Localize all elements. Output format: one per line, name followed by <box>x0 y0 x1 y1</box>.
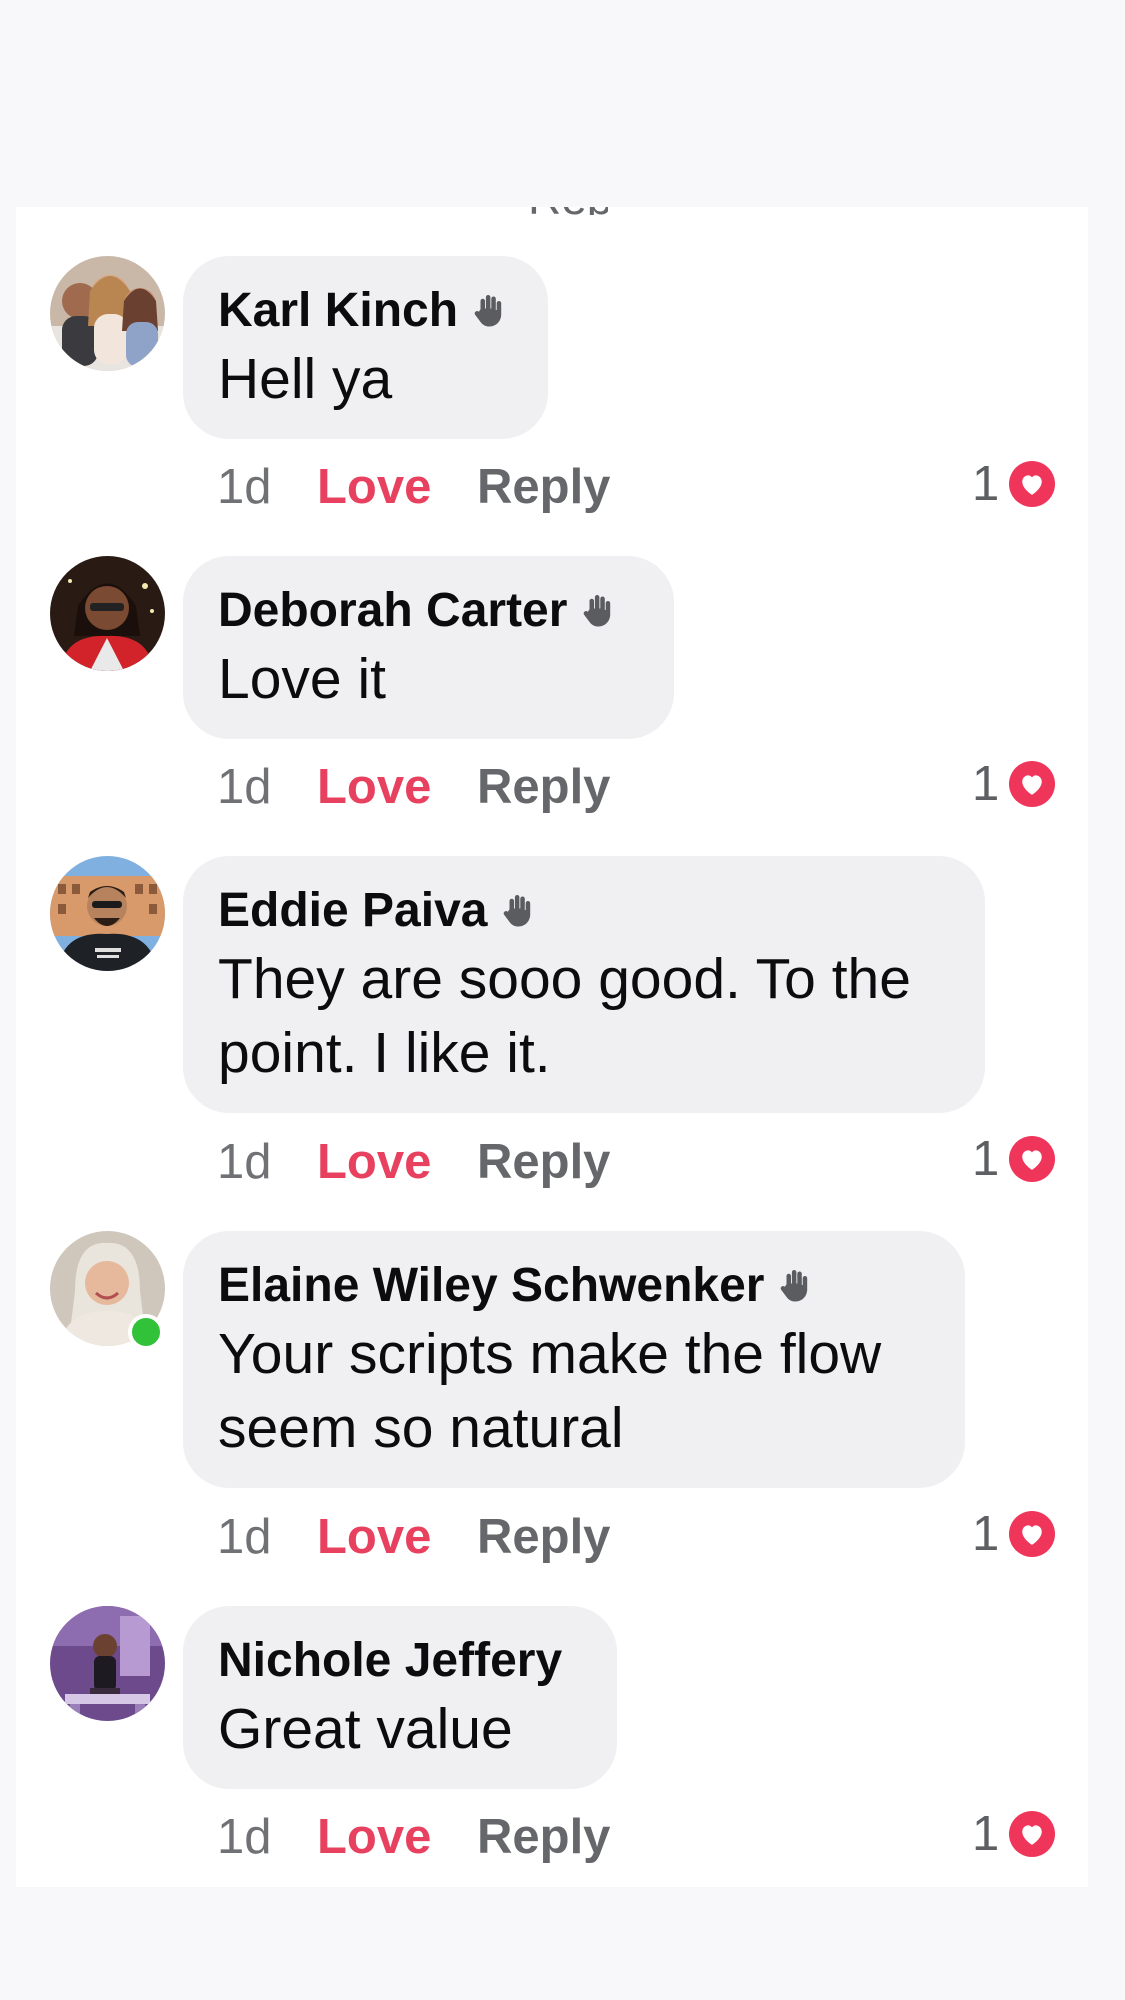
heart-icon <box>1009 1136 1056 1182</box>
comment-time: 1d <box>217 460 272 514</box>
comment-bubble: Elaine Wiley Schwenker Your scripts make… <box>183 1231 965 1488</box>
comment-text: They are sooo good. To the point. I like… <box>218 947 911 1085</box>
love-button[interactable]: Love <box>317 759 477 815</box>
love-button[interactable]: Love <box>317 1509 477 1565</box>
comment-text: Love it <box>218 647 386 711</box>
comment-actions: 1d Love Reply <box>217 1507 610 1567</box>
love-button[interactable]: Love <box>317 1134 477 1190</box>
avatar[interactable] <box>50 856 165 971</box>
reaction-count: 1 <box>972 1507 1000 1561</box>
waving-hand-icon <box>584 595 611 627</box>
comment-author[interactable]: Nichole Jeffery <box>218 1633 562 1688</box>
comment-actions: 1d Love Reply <box>217 457 610 517</box>
love-button[interactable]: Love <box>317 459 477 515</box>
reaction-count: 1 <box>972 1132 1000 1186</box>
avatar[interactable] <box>50 256 165 371</box>
comment-actions: 1d Love Reply <box>217 757 610 817</box>
comment-bubble: Eddie Paiva They are sooo good. To the p… <box>183 856 985 1113</box>
comment-bubble: Deborah Carter Love it <box>183 556 674 739</box>
comment-actions: 1d Love Reply <box>217 1807 610 1867</box>
reply-button[interactable]: Reply <box>477 1809 610 1865</box>
avatar[interactable] <box>50 556 165 671</box>
heart-icon <box>1009 1811 1056 1857</box>
avatar[interactable] <box>50 1606 165 1721</box>
heart-icon <box>1009 761 1056 807</box>
love-button[interactable]: Love <box>317 1809 477 1865</box>
waving-hand-icon <box>781 1270 808 1302</box>
comment-text: Hell ya <box>218 347 393 411</box>
reaction-count: 1 <box>972 1807 1000 1861</box>
reply-button[interactable]: Reply <box>477 1134 610 1190</box>
comment-bubble: Nichole Jeffery Great value <box>183 1606 617 1789</box>
waving-hand-icon <box>474 295 502 327</box>
online-status-indicator <box>128 1314 164 1350</box>
comment-time: 1d <box>217 1135 272 1189</box>
reaction-count: 1 <box>972 457 1000 511</box>
comment-time: 1d <box>217 1510 272 1564</box>
reply-button[interactable]: Reply <box>477 1509 610 1565</box>
comment-author[interactable]: Deborah Carter <box>218 583 567 638</box>
comment-text: Your scripts make the flow seem so natur… <box>218 1322 882 1460</box>
reaction-count: 1 <box>972 757 1000 811</box>
reaction-summary[interactable]: 1 <box>972 754 1056 814</box>
reaction-summary[interactable]: 1 <box>972 454 1056 514</box>
waving-hand-icon <box>504 895 531 927</box>
reply-button[interactable]: Reply <box>477 459 610 515</box>
reaction-summary[interactable]: 1 <box>972 1129 1056 1189</box>
heart-icon <box>1009 461 1056 507</box>
comment-author[interactable]: Elaine Wiley Schwenker <box>218 1258 764 1313</box>
clipped-reply-label: Reply <box>528 207 608 215</box>
comment-time: 1d <box>217 760 272 814</box>
comment-time: 1d <box>217 1810 272 1864</box>
comment-actions: 1d Love Reply <box>217 1132 610 1192</box>
heart-icon <box>1009 1511 1056 1557</box>
comment-bubble: Karl Kinch Hell ya <box>183 256 548 439</box>
reaction-summary[interactable]: 1 <box>972 1804 1056 1864</box>
comment-author[interactable]: Eddie Paiva <box>218 883 487 938</box>
comment-author[interactable]: Karl Kinch <box>218 283 458 338</box>
reaction-summary[interactable]: 1 <box>972 1504 1056 1564</box>
reply-button[interactable]: Reply <box>477 759 610 815</box>
comment-text: Great value <box>218 1697 513 1761</box>
